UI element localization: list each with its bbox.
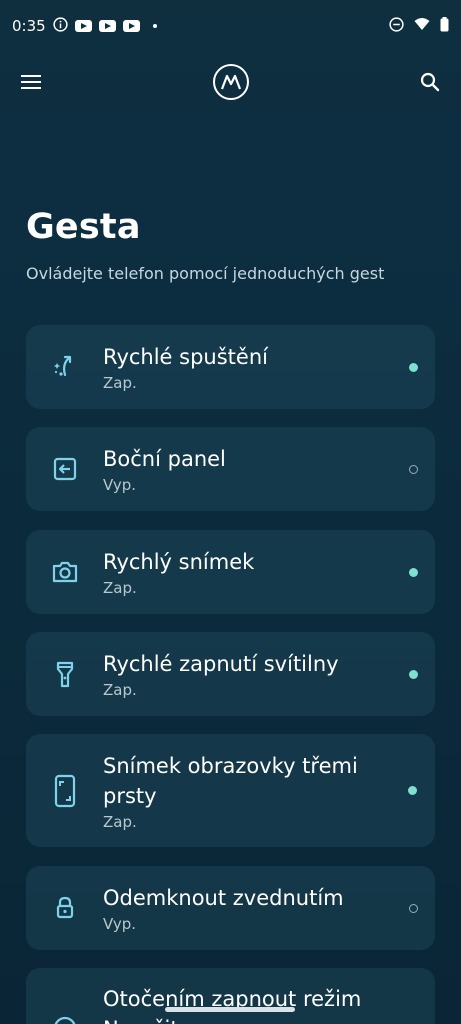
flashlight-icon xyxy=(26,659,103,689)
gesture-item-side-panel[interactable]: Boční panel Vyp. xyxy=(26,427,435,511)
info-icon xyxy=(53,16,68,36)
gesture-label: Odemknout zvednutím xyxy=(103,886,344,910)
app-bar xyxy=(0,58,461,106)
screenshot-phone-icon xyxy=(26,774,103,808)
lock-icon xyxy=(26,895,103,921)
status-time: 0:35 xyxy=(12,17,46,35)
more-notifications-icon xyxy=(152,24,157,28)
gesture-label: Rychlý snímek xyxy=(103,550,255,574)
enabled-indicator xyxy=(409,567,418,577)
battery-icon xyxy=(440,16,449,36)
gesture-item-flashlight[interactable]: Rychlé zapnutí svítilny Zap. xyxy=(26,632,435,716)
gesture-state: Vyp. xyxy=(103,476,137,494)
gesture-state: Vyp. xyxy=(103,915,137,933)
motorola-logo xyxy=(212,64,249,100)
gesture-label: Rychlé zapnutí svítilny xyxy=(103,652,339,676)
gesture-label: Rychlé spuštění xyxy=(103,345,268,369)
enabled-indicator xyxy=(408,786,417,795)
quick-launch-icon xyxy=(26,353,103,381)
page-subtitle: Ovládejte telefon pomocí jednoduchých ge… xyxy=(26,264,385,283)
do-not-disturb-icon xyxy=(26,984,103,1024)
youtube-notification-icon xyxy=(98,20,116,32)
camera-icon xyxy=(26,558,103,586)
hamburger-menu-icon[interactable] xyxy=(18,69,44,95)
page-title: Gesta xyxy=(26,207,141,247)
gesture-label: Boční panel xyxy=(103,447,226,471)
gesture-item-quick-capture[interactable]: Rychlý snímek Zap. xyxy=(26,530,435,614)
side-panel-icon xyxy=(26,455,103,483)
gesture-label: Otočením zapnout režim Nerušit xyxy=(103,987,362,1024)
youtube-notification-icon xyxy=(122,20,140,32)
gesture-item-three-finger-screenshot[interactable]: Snímek obrazovky třemi prsty Zap. xyxy=(26,734,435,847)
gesture-item-lift-to-unlock[interactable]: Odemknout zvednutím Vyp. xyxy=(26,866,435,950)
wifi-icon xyxy=(414,17,430,35)
youtube-notification-icon xyxy=(74,20,92,32)
enabled-indicator xyxy=(409,362,418,372)
enabled-indicator xyxy=(409,669,418,679)
gesture-state: Zap. xyxy=(103,374,137,392)
status-bar: 0:35 xyxy=(0,0,461,52)
gesture-label: Snímek obrazovky třemi prsty xyxy=(103,753,358,808)
disabled-indicator xyxy=(409,464,418,474)
gesture-item-flip-for-dnd[interactable]: Otočením zapnout režim Nerušit xyxy=(26,968,435,1024)
gesture-item-quick-launch[interactable]: Rychlé spuštění Zap. xyxy=(26,325,435,409)
do-not-disturb-status-icon xyxy=(389,16,404,36)
gesture-state: Zap. xyxy=(103,812,137,831)
gesture-state: Zap. xyxy=(103,681,137,699)
search-icon[interactable] xyxy=(417,69,443,95)
disabled-indicator xyxy=(409,903,418,913)
navigation-gesture-bar[interactable] xyxy=(165,1007,295,1012)
gesture-state: Zap. xyxy=(103,579,137,597)
